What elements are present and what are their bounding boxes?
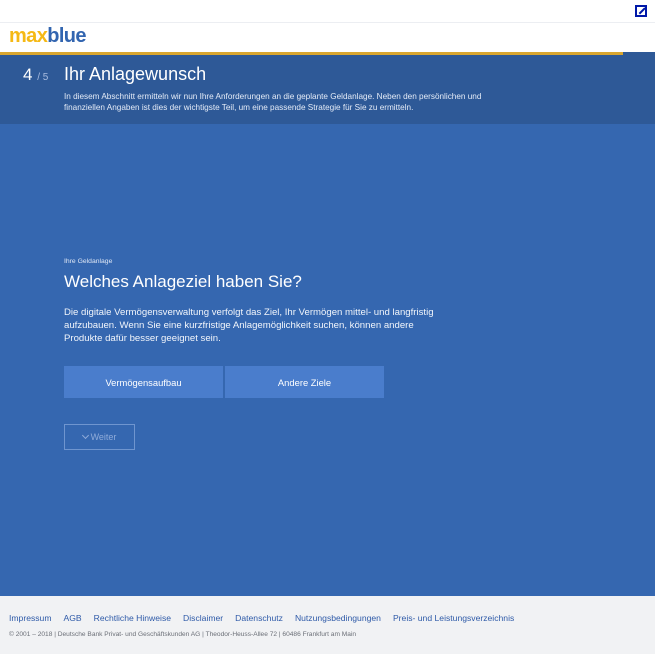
footer-link-impressum[interactable]: Impressum [9,613,52,623]
maxblue-logo[interactable]: maxblue [9,25,87,48]
top-bar [0,0,655,23]
step-total: / 5 [37,72,49,83]
next-button[interactable]: Weiter [64,424,135,450]
step-indicator: 4 / 5 [23,65,48,85]
footer-link-nutzungsbedingungen[interactable]: Nutzungsbedingungen [295,613,381,623]
question-eyebrow: Ihre Geldanlage [64,258,113,265]
next-button-label: Weiter [90,432,117,442]
footer-link-preisverzeichnis[interactable]: Preis- und Leistungsverzeichnis [393,613,514,623]
footer-link-rechtliche-hinweise[interactable]: Rechtliche Hinweise [94,613,171,623]
logo-part-max: max [9,25,48,47]
footer-link-agb[interactable]: AGB [64,613,82,623]
footer-link-disclaimer[interactable]: Disclaimer [183,613,223,623]
question-panel: Ihre Geldanlage Welches Anlageziel haben… [0,124,655,596]
choice-andere-ziele-button[interactable]: Andere Ziele [225,366,384,398]
footer-link-datenschutz[interactable]: Datenschutz [235,613,283,623]
choice-vermoegensaufbau-button[interactable]: Vermögensaufbau [64,366,223,398]
deutsche-bank-logo-icon[interactable] [635,5,647,17]
chevron-down-icon [81,431,89,440]
question-explanation: Die digitale Vermögensverwaltung verfolg… [64,307,434,344]
step-current: 4 [23,65,33,84]
brand-bar: maxblue [0,23,655,52]
section-header: 4 / 5 Ihr Anlagewunsch In diesem Abschni… [0,55,655,124]
footer-links: Impressum AGB Rechtliche Hinweise Discla… [9,613,526,623]
section-description: In diesem Abschnitt ermitteln wir nun Ih… [64,92,482,112]
footer: Impressum AGB Rechtliche Hinweise Discla… [0,596,655,654]
question-title: Welches Anlageziel haben Sie? [64,272,302,291]
section-title: Ihr Anlagewunsch [64,64,207,84]
logo-part-blue: blue [47,25,86,47]
copyright-text: © 2001 – 2018 | Deutsche Bank Privat- un… [9,631,357,638]
